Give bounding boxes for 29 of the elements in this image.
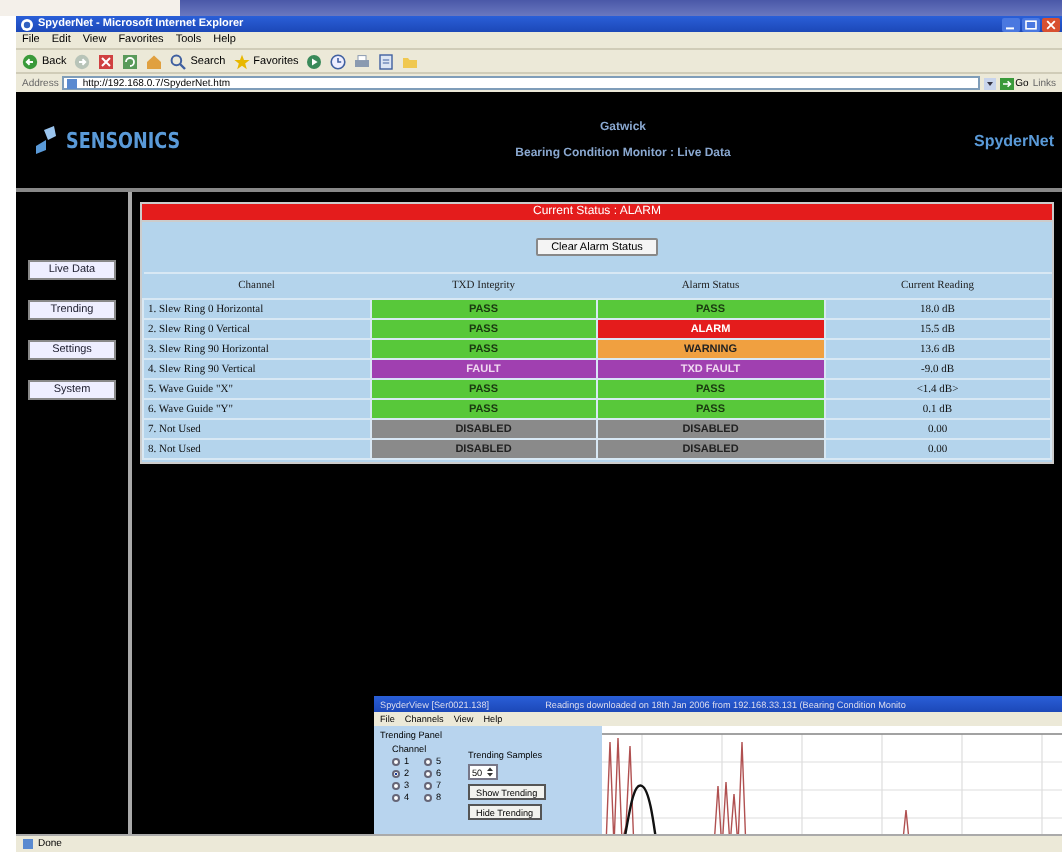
radio-button[interactable] <box>424 793 432 801</box>
radio-button[interactable] <box>424 769 432 777</box>
refresh-icon[interactable] <box>122 53 139 69</box>
dropdown-icon[interactable] <box>983 77 996 89</box>
star-icon <box>233 53 250 69</box>
stop-icon[interactable] <box>98 53 115 69</box>
maximize-icon[interactable] <box>1022 17 1040 31</box>
radio-button[interactable] <box>392 793 400 801</box>
close-icon[interactable] <box>1042 17 1060 31</box>
document-icon[interactable] <box>378 53 395 69</box>
brand-name: SENSONICS <box>66 127 181 153</box>
radio-button[interactable] <box>392 757 400 765</box>
media-icon[interactable] <box>306 53 323 69</box>
page-icon <box>22 838 34 850</box>
radio-button[interactable] <box>424 757 432 765</box>
product-name: SpyderNet <box>971 131 1054 149</box>
logo-icon <box>32 126 60 154</box>
search-icon <box>170 53 187 69</box>
printer-icon[interactable] <box>354 53 371 69</box>
back-icon <box>22 53 38 69</box>
ie-logo-icon[interactable] <box>20 17 34 31</box>
go-arrow-icon <box>999 77 1014 89</box>
radio-button[interactable] <box>424 781 432 789</box>
spin-arrows-icon[interactable] <box>486 766 495 778</box>
radio-button[interactable] <box>392 769 400 777</box>
radio-button[interactable] <box>392 781 400 789</box>
minimize-icon[interactable] <box>1002 17 1020 31</box>
page-icon <box>66 77 79 89</box>
history-icon[interactable] <box>330 53 347 69</box>
